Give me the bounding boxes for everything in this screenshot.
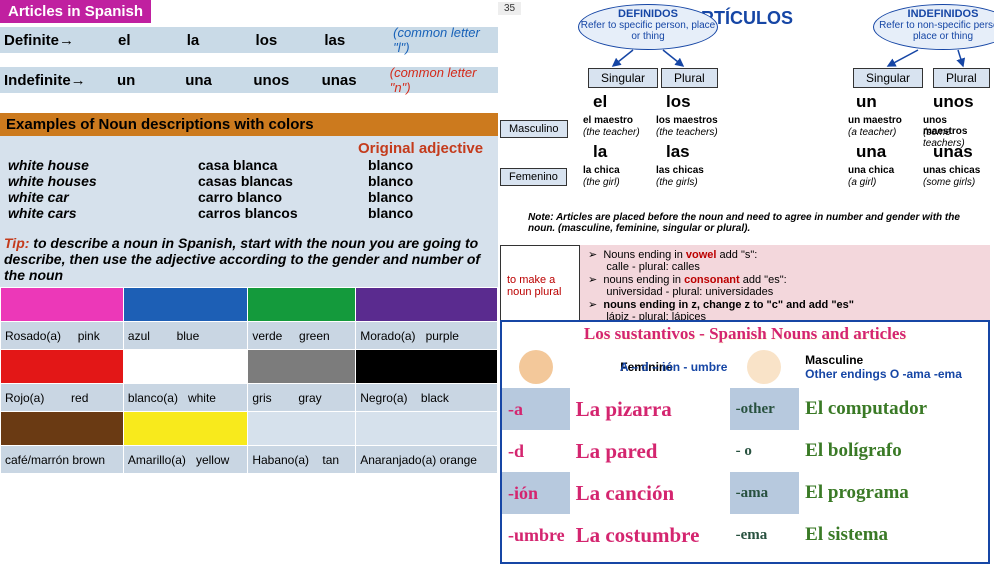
masculine-face-icon: [747, 350, 781, 384]
examples-header: Examples of Noun descriptions with color…: [0, 113, 498, 136]
indefinidos-oval: INDEFINIDOSRefer to non-specific person,…: [873, 4, 994, 50]
left-panel: Articles in Spanish 35 Definite→ el la l…: [0, 0, 498, 566]
definite-row: Definite→ el la los las (common letter "…: [0, 27, 498, 53]
right-panel: ARTÍCULOS DEFINIDOSRefer to specific per…: [498, 0, 994, 566]
plural-rules: to make a noun plural ➢ Nouns ending in …: [500, 245, 990, 326]
color-grid: Rosado(a) pink azul blue verde green Mor…: [0, 287, 498, 474]
articulos-diagram: ARTÍCULOS DEFINIDOSRefer to specific per…: [498, 0, 994, 240]
definidos-oval: DEFINIDOSRefer to specific person, place…: [578, 4, 718, 50]
articles-badge: Articles in Spanish: [0, 0, 151, 23]
indefinite-row: Indefinite→ un una unos unas (common let…: [0, 67, 498, 93]
agreement-note: Note: Articles are placed before the nou…: [528, 212, 968, 234]
examples-block: Original adjective white housecasa blanc…: [0, 136, 498, 231]
feminine-face-icon: [519, 350, 553, 384]
sustantivos-card: Los sustantivos - Spanish Nouns and arti…: [500, 320, 990, 564]
tip-text: Tip: to describe a noun in Spanish, star…: [0, 231, 498, 287]
